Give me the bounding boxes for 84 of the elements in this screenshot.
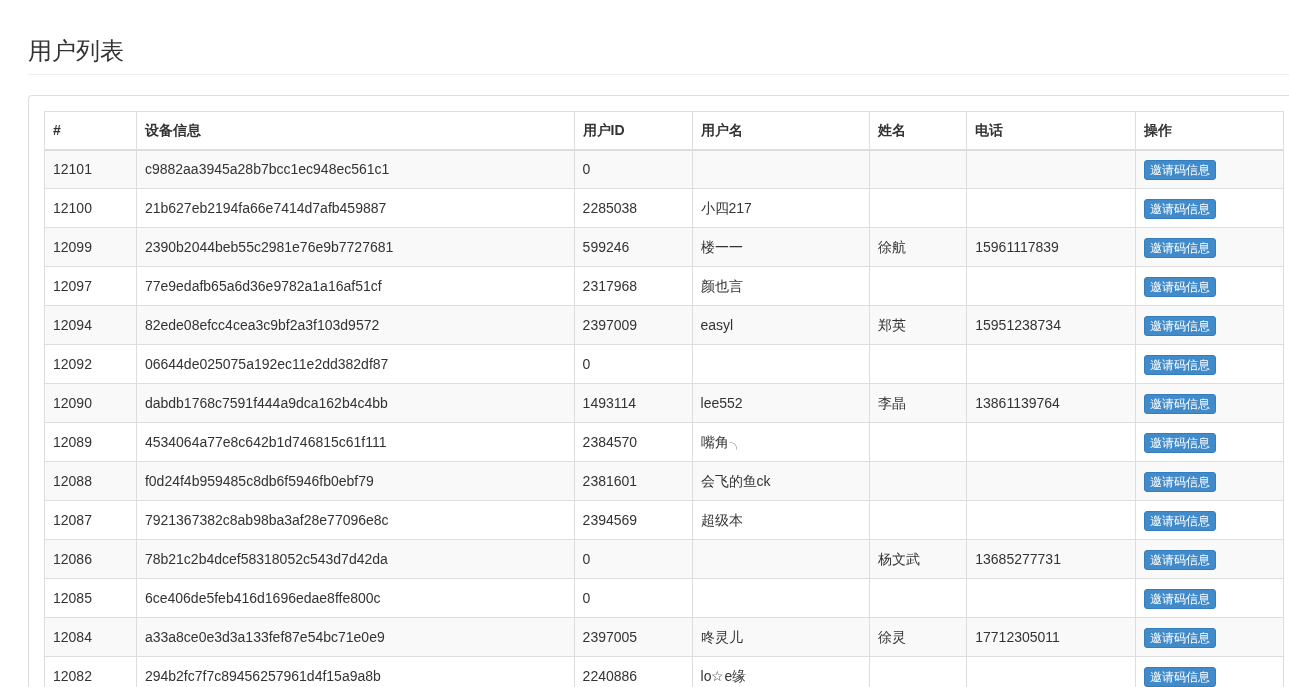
invite-code-button[interactable]: 邀请码信息 (1144, 510, 1217, 531)
user-id: 2394569 (582, 511, 638, 528)
device-info: 4534064a77e8c642b1d746815c61f111 (144, 433, 387, 450)
invite-code-button[interactable]: 邀请码信息 (1144, 432, 1217, 453)
row-number: 12088 (53, 472, 92, 489)
phone-number: 17712305011 (975, 628, 1060, 645)
phone-number: 13685277731 (975, 550, 1061, 567)
row-number: 12082 (53, 667, 92, 684)
device-info: 21b627eb2194fa66e7414d7afb459887 (144, 199, 387, 216)
device-info: 82ede08efcc4cea3c9bf2a3f103d9572 (144, 316, 380, 333)
username: 楼一一 (700, 238, 743, 255)
row-number: 12099 (53, 238, 92, 255)
username: 超级本 (700, 511, 743, 528)
invite-code-button[interactable]: 邀请码信息 (1144, 666, 1217, 687)
column-header: 用户ID (582, 121, 625, 138)
real-name: 徐灵 (878, 628, 907, 645)
real-name: 徐航 (878, 238, 907, 255)
invite-code-button[interactable]: 邀请码信息 (1144, 393, 1217, 414)
invite-code-button[interactable]: 邀请码信息 (1144, 237, 1217, 258)
row-number: 12094 (53, 316, 92, 333)
page-title: 用户列表 (28, 36, 124, 66)
column-header: 设备信息 (144, 121, 201, 138)
row-number: 12086 (53, 550, 92, 567)
username: easyl (700, 316, 734, 333)
device-info: a33a8ce0e3d3a133fef87e54bc71e0e9 (144, 628, 385, 645)
user-id: 0 (582, 160, 591, 177)
row-number: 12085 (53, 589, 92, 606)
username: 咚灵儿 (700, 628, 743, 645)
user-id: 0 (582, 355, 591, 372)
invite-code-button[interactable]: 邀请码信息 (1144, 315, 1217, 336)
real-name: 李晶 (878, 394, 907, 411)
row-number: 12092 (53, 355, 92, 372)
real-name: 杨文武 (878, 550, 921, 567)
invite-code-button[interactable]: 邀请码信息 (1144, 159, 1217, 180)
row-number: 12087 (53, 511, 92, 528)
device-info: 77e9edafb65a6d36e9782a1a16af51cf (144, 277, 382, 294)
invite-code-button[interactable]: 邀请码信息 (1144, 354, 1217, 375)
username: 会飞的鱼ck (700, 472, 771, 489)
row-number: 12097 (53, 277, 92, 294)
row-number: 12100 (53, 199, 92, 216)
phone-number: 15961117839 (975, 238, 1059, 255)
user-id: 1493114 (582, 394, 637, 411)
device-info: 06644de025075a192ec11e2dd382df87 (144, 355, 389, 372)
user-id: 2381601 (582, 472, 638, 489)
device-info: 6ce406de5feb416d1696edae8ffe800c (144, 589, 381, 606)
invite-code-button[interactable]: 邀请码信息 (1144, 276, 1217, 297)
invite-code-button[interactable]: 邀请码信息 (1144, 549, 1217, 570)
user-id: 2397005 (582, 628, 638, 645)
row-number: 12089 (53, 433, 92, 450)
column-header: 姓名 (878, 121, 907, 138)
column-header: 操作 (1144, 121, 1173, 138)
phone-number: 13861139764 (975, 394, 1060, 411)
user-id: 2384570 (582, 433, 638, 450)
invite-code-button[interactable]: 邀请码信息 (1144, 627, 1217, 648)
device-info: 78b21c2b4dcef58318052c543d7d42da (144, 550, 388, 567)
user-id: 2240886 (582, 667, 638, 684)
username: 小四217 (700, 199, 752, 216)
user-id: 0 (582, 550, 591, 567)
username: 颜也言 (700, 277, 743, 294)
row-number: 12090 (53, 394, 92, 411)
user-id: 0 (582, 589, 591, 606)
device-info: f0d24f4b959485c8db6f5946fb0ebf79 (144, 472, 374, 489)
device-info: 294b2fc7f7c89456257961d4f15a9a8b (144, 667, 381, 684)
row-number: 12101 (53, 160, 92, 177)
username: lee552 (700, 394, 743, 411)
device-info: 7921367382c8ab98ba3af28e77096e8c (144, 511, 389, 528)
device-info: dabdb1768c7591f444a9dca162b4c4bb (144, 394, 388, 411)
column-header: 电话 (975, 121, 1004, 138)
username: 嘴角╮ (700, 433, 743, 450)
user-id: 2397009 (582, 316, 638, 333)
phone-number: 15951238734 (975, 316, 1061, 333)
username: lo☆e缘 (700, 667, 747, 684)
column-header: # (53, 121, 61, 138)
user-id: 599246 (582, 238, 630, 255)
device-info: c9882aa3945a28b7bcc1ec948ec561c1 (144, 160, 390, 177)
user-id: 2317968 (582, 277, 638, 294)
column-header: 用户名 (700, 121, 743, 138)
row-number: 12084 (53, 628, 92, 645)
invite-code-button[interactable]: 邀请码信息 (1144, 198, 1217, 219)
device-info: 2390b2044beb55c2981e76e9b7727681 (144, 238, 394, 255)
user-id: 2285038 (582, 199, 638, 216)
invite-code-button[interactable]: 邀请码信息 (1144, 471, 1217, 492)
real-name: 郑英 (878, 316, 907, 333)
invite-code-button[interactable]: 邀请码信息 (1144, 588, 1217, 609)
